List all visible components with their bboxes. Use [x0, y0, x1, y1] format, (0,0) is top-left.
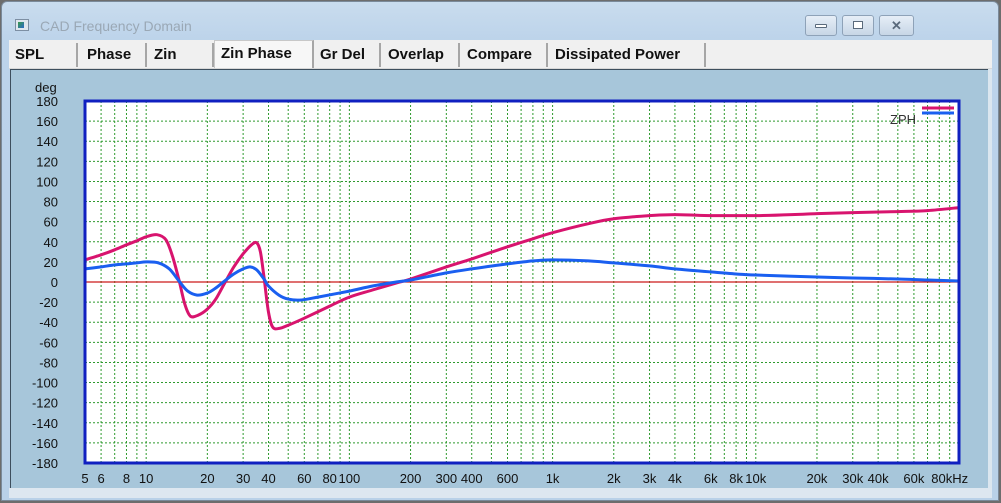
y-tick-label: -100 — [32, 376, 58, 391]
y-tick-label: 40 — [44, 235, 58, 250]
x-tick-label: 8k — [729, 471, 743, 486]
y-tick-label: 100 — [36, 174, 58, 189]
x-tick-label: 10k — [745, 471, 766, 486]
y-tick-label: -20 — [39, 295, 58, 310]
x-tick-label: 30 — [236, 471, 250, 486]
x-tick-label: 200 — [400, 471, 422, 486]
x-tick-label: 100 — [339, 471, 361, 486]
y-tick-label: 180 — [36, 94, 58, 109]
y-tick-label: -40 — [39, 315, 58, 330]
x-tick-label: 60 — [297, 471, 311, 486]
y-tick-label: 60 — [44, 215, 58, 230]
x-axis-ticks: 5 6 8 10 20 30 40 60 80 100 200 300 400 600 1k 2k 3k 4k 6k… — [81, 471, 968, 486]
y-tick-label: -140 — [32, 416, 58, 431]
y-tick-label: 80 — [44, 195, 58, 210]
x-tick-label: 20k — [806, 471, 827, 486]
zin-phase-chart: 180160140120100806040200-20-40-60-80-100… — [32, 80, 968, 486]
y-tick-label: -180 — [32, 456, 58, 471]
x-tick-label: 40k — [868, 471, 889, 486]
x-tick-label: 3k — [643, 471, 657, 486]
y-tick-label: 20 — [44, 255, 58, 270]
x-tick-label: 2k — [607, 471, 621, 486]
x-tick-label: 60k — [903, 471, 924, 486]
y-tick-label: 140 — [36, 134, 58, 149]
x-tick-label: 40 — [261, 471, 275, 486]
legend-label: ZPH — [890, 112, 916, 127]
y-tick-label: 0 — [51, 275, 58, 290]
x-tick-label: 6 — [97, 471, 104, 486]
x-tick-label: 20 — [200, 471, 214, 486]
y-tick-label: 120 — [36, 154, 58, 169]
x-tick-label: 1k — [546, 471, 560, 486]
x-tick-label: 80kHz — [931, 471, 968, 486]
x-tick-label: 8 — [123, 471, 130, 486]
y-axis-label: deg — [35, 80, 57, 95]
y-tick-label: 160 — [36, 114, 58, 129]
y-tick-label: -120 — [32, 396, 58, 411]
y-axis-ticks: 180 160 140 120 100 80 60 40 20 0 -20 -40 -60 -80 -100… — [32, 94, 58, 471]
x-tick-label: 300 — [435, 471, 457, 486]
x-tick-label: 600 — [497, 471, 519, 486]
x-tick-label: 80 — [322, 471, 336, 486]
x-tick-label: 6k — [704, 471, 718, 486]
x-tick-label: 5 — [81, 471, 88, 486]
x-tick-label: 30k — [842, 471, 863, 486]
x-tick-label: 4k — [668, 471, 682, 486]
y-tick-label: -80 — [39, 355, 58, 370]
y-tick-label: -160 — [32, 436, 58, 451]
x-tick-label: 400 — [461, 471, 483, 486]
x-tick-label: 10 — [139, 471, 153, 486]
y-tick-label: -60 — [39, 335, 58, 350]
